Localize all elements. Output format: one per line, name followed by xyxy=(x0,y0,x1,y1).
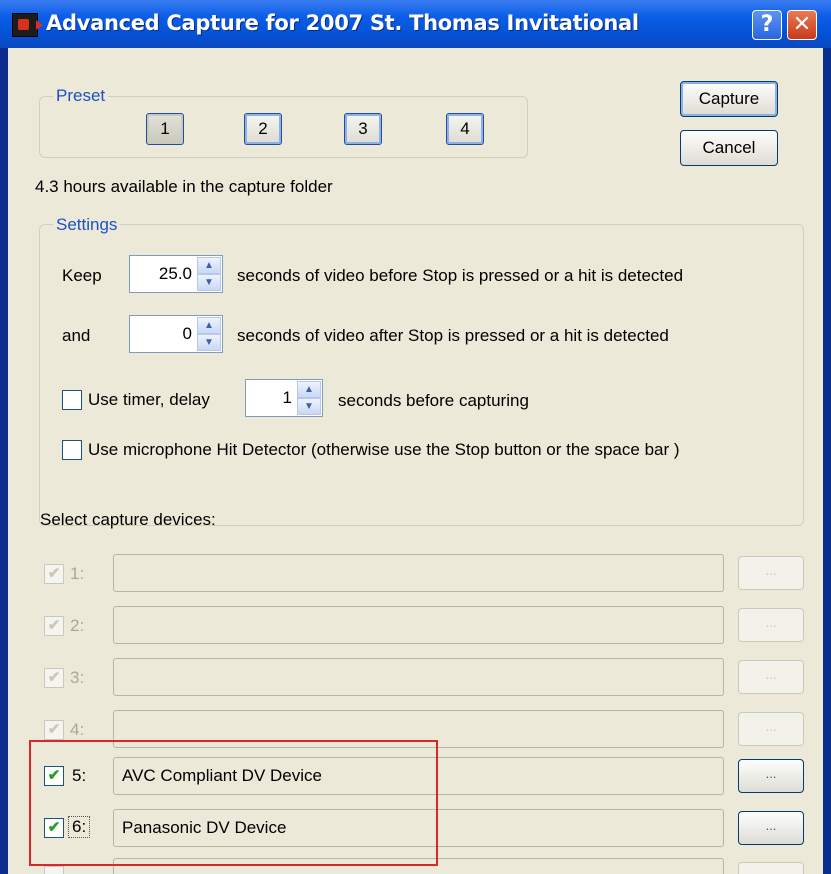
highlight-annotation xyxy=(29,740,438,866)
device-1-checkbox: ✔ xyxy=(44,564,64,584)
keep-seconds-value: 25.0 xyxy=(158,264,192,283)
device-2-field xyxy=(113,606,724,644)
device-1-browse-button: ... xyxy=(738,556,804,590)
timer-spinner-arrows: ▲ ▼ xyxy=(297,381,321,415)
window-title: Advanced Capture for 2007 St. Thomas Inv… xyxy=(46,11,639,35)
device-2-checkbox: ✔ xyxy=(44,616,64,636)
device-4-browse-button: ... xyxy=(738,712,804,746)
spin-up-icon[interactable]: ▲ xyxy=(197,317,221,334)
preset-group-label: Preset xyxy=(53,86,109,106)
timer-suffix-text: seconds before capturing xyxy=(338,391,529,410)
preset-button-3[interactable]: 3 xyxy=(344,113,382,145)
device-3-field xyxy=(113,658,724,696)
device-4-number: 4: xyxy=(70,720,85,739)
keep-suffix-text: seconds of video before Stop is pressed … xyxy=(237,266,684,285)
window-border-right xyxy=(823,48,831,874)
device-6-browse-button[interactable]: ... xyxy=(738,811,804,845)
spin-up-icon[interactable]: ▲ xyxy=(197,257,221,274)
device-3-browse-button: ... xyxy=(738,660,804,694)
after-suffix-text: seconds of video after Stop is pressed o… xyxy=(237,326,669,345)
use-timer-checkbox[interactable] xyxy=(62,390,82,410)
spin-down-icon[interactable]: ▼ xyxy=(197,274,221,291)
hours-available-text: 4.3 hours available in the capture folde… xyxy=(35,177,333,196)
capture-button[interactable]: Capture xyxy=(680,81,778,117)
device-7-browse-partial xyxy=(738,862,804,874)
keep-label: Keep xyxy=(62,266,102,285)
spin-up-icon[interactable]: ▲ xyxy=(297,381,321,398)
help-button[interactable]: ? xyxy=(752,10,782,40)
settings-group-label: Settings xyxy=(53,215,121,235)
and-label: and xyxy=(62,326,91,345)
select-devices-label: Select capture devices: xyxy=(40,510,216,529)
after-spinner-arrows: ▲ ▼ xyxy=(197,317,221,351)
capture-dialog-window: Advanced Capture for 2007 St. Thomas Inv… xyxy=(0,0,831,874)
timer-delay-spinner[interactable]: 1 ▲ ▼ xyxy=(245,379,323,417)
hit-detector-checkbox[interactable] xyxy=(62,440,82,460)
after-seconds-value: 0 xyxy=(182,324,192,343)
camera-icon xyxy=(12,13,43,37)
spin-down-icon[interactable]: ▼ xyxy=(297,398,321,415)
keep-spinner-arrows: ▲ ▼ xyxy=(197,257,221,291)
close-button[interactable]: ✕ xyxy=(787,10,817,40)
keep-seconds-spinner[interactable]: 25.0 ▲ ▼ xyxy=(129,255,223,293)
window-border-left xyxy=(0,48,8,874)
device-2-number: 2: xyxy=(70,616,85,635)
device-3-checkbox: ✔ xyxy=(44,668,64,688)
cancel-button[interactable]: Cancel xyxy=(680,130,778,166)
timer-delay-value: 1 xyxy=(282,388,292,407)
title-bar: Advanced Capture for 2007 St. Thomas Inv… xyxy=(0,0,831,48)
after-seconds-spinner[interactable]: 0 ▲ ▼ xyxy=(129,315,223,353)
device-3-number: 3: xyxy=(70,668,85,687)
preset-button-4[interactable]: 4 xyxy=(446,113,484,145)
device-4-checkbox: ✔ xyxy=(44,720,64,740)
device-1-number: 1: xyxy=(70,564,85,583)
device-2-browse-button: ... xyxy=(738,608,804,642)
dialog-client-area: Preset 1 2 3 4 Capture Cancel 4.3 hours … xyxy=(8,48,823,874)
device-1-field xyxy=(113,554,724,592)
use-timer-label: Use timer, delay xyxy=(88,390,210,409)
preset-button-1[interactable]: 1 xyxy=(146,113,184,145)
hit-detector-label: Use microphone Hit Detector (otherwise u… xyxy=(88,440,680,459)
spin-down-icon[interactable]: ▼ xyxy=(197,334,221,351)
preset-button-2[interactable]: 2 xyxy=(244,113,282,145)
device-5-browse-button[interactable]: ... xyxy=(738,759,804,793)
device-7-checkbox-partial xyxy=(44,866,64,874)
